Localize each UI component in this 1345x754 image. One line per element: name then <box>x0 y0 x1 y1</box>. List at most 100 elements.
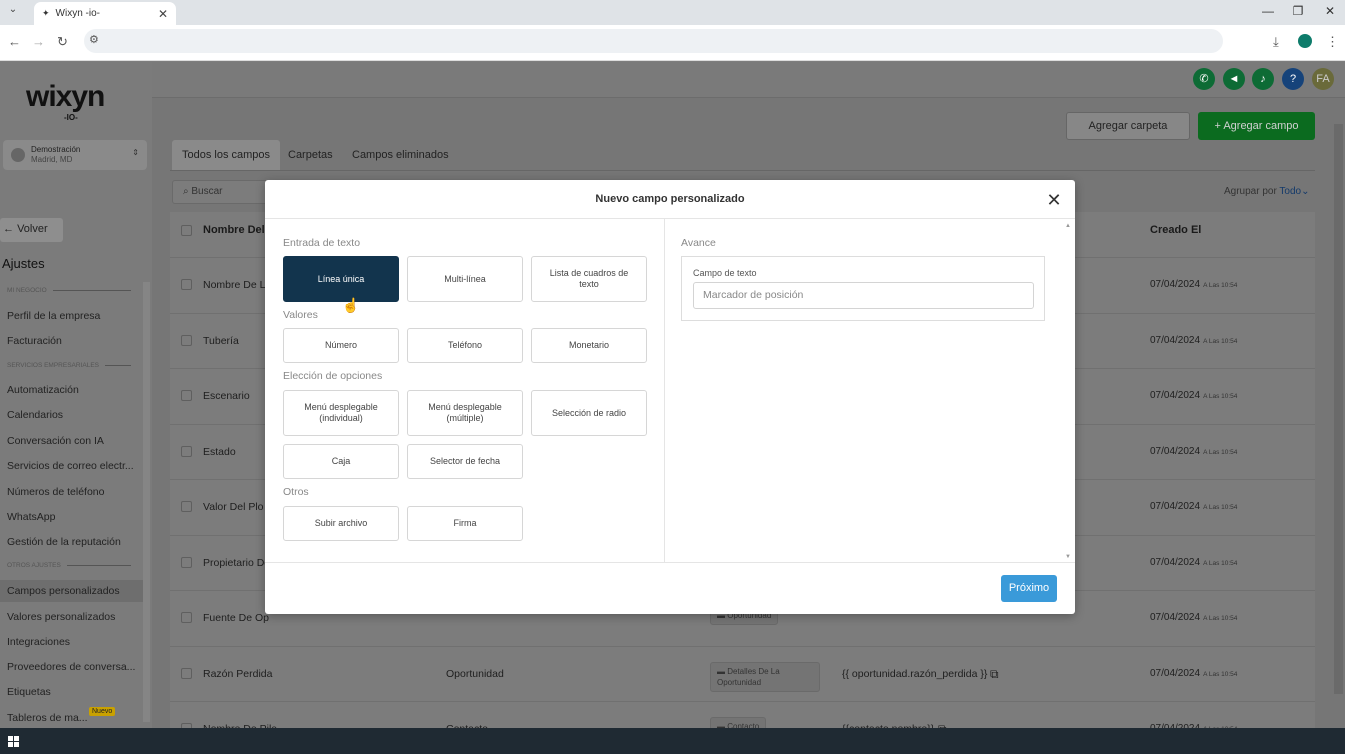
date-value: 07/04/2024 <box>1150 334 1201 346</box>
row-checkbox[interactable] <box>181 279 192 290</box>
select-all-checkbox[interactable] <box>181 225 192 236</box>
option-radio[interactable]: Selección de radio <box>531 390 647 436</box>
date-value: 07/04/2024 <box>1150 279 1201 290</box>
time-value: A Las 10:54 <box>1203 337 1238 345</box>
created-date: 07/04/2024A Las 10:54 <box>1150 501 1237 512</box>
windows-start-icon[interactable] <box>8 736 19 747</box>
browser-menu-icon[interactable]: ⋮ <box>1326 34 1339 50</box>
option-textbox-list[interactable]: Lista de cuadros de texto <box>531 256 647 302</box>
row-checkbox[interactable] <box>181 501 192 512</box>
profile-icon[interactable] <box>1298 34 1312 48</box>
row-checkbox[interactable] <box>181 667 192 679</box>
sidebar-item-calendarios[interactable]: Calendarios <box>7 409 63 421</box>
sidebar-scrollbar[interactable] <box>143 282 150 722</box>
tab-all-fields[interactable]: Todos los campos <box>172 140 281 170</box>
sidebar-item-facturacion[interactable]: Facturación <box>7 335 62 347</box>
sidebar-item-tableros[interactable]: Tableros de ma... <box>7 712 88 724</box>
add-folder-button[interactable]: Agregar carpeta <box>1066 112 1190 140</box>
field-name: Nombre De L <box>203 279 266 291</box>
forward-arrow-icon[interactable]: → <box>32 34 45 49</box>
sidebar-item-telefono[interactable]: Números de teléfono <box>7 486 104 498</box>
row-checkbox[interactable] <box>181 556 192 568</box>
folder-icon: ▬ <box>717 666 728 676</box>
site-settings-icon[interactable]: ⚙ <box>89 33 99 46</box>
option-number[interactable]: Número <box>283 328 399 363</box>
sidebar-item-integraciones[interactable]: Integraciones <box>7 636 70 648</box>
browser-tab[interactable]: ✦ Wixyn -io- ✕ <box>34 2 176 25</box>
row-checkbox[interactable] <box>181 334 192 346</box>
tab-list-chevron-icon[interactable]: ⌄ <box>4 4 22 20</box>
megaphone-icon[interactable]: ◄ <box>1223 68 1245 90</box>
sidebar-item-etiquetas[interactable]: Etiquetas <box>7 686 51 698</box>
time-value: A Las 10:54 <box>1203 559 1238 567</box>
tab-deleted-fields[interactable]: Campos eliminados <box>342 140 459 170</box>
minimize-button[interactable]: — <box>1258 4 1278 20</box>
download-icon[interactable]: ⤓ <box>1273 34 1279 50</box>
next-button[interactable]: Próximo <box>1001 575 1057 602</box>
search-input[interactable]: ⌕ Buscar <box>172 180 272 204</box>
modal-scrollbar[interactable]: ▲ ▼ <box>1065 219 1071 562</box>
tab-folders[interactable]: Carpetas <box>278 140 343 170</box>
group-label-text-entry: Entrada de texto <box>283 237 361 249</box>
section-label: OTROS AJUSTES <box>7 562 131 569</box>
scroll-down-icon[interactable]: ▼ <box>1065 554 1071 560</box>
sidebar-item-campos-personalizados[interactable]: Campos personalizados <box>0 580 144 602</box>
close-window-button[interactable]: ✕ <box>1320 4 1340 20</box>
row-checkbox[interactable] <box>181 390 192 401</box>
sidebar-item-conversacion-ia[interactable]: Conversación con IA <box>7 435 104 447</box>
group-by[interactable]: Agrupar por Todo⌄ <box>1224 186 1310 197</box>
time-value: A Las 10:54 <box>1203 670 1238 678</box>
option-multi-line[interactable]: Multi-línea <box>407 256 523 302</box>
close-icon[interactable]: ✕ <box>1044 190 1064 210</box>
option-checkbox[interactable]: Caja <box>283 444 399 479</box>
phone-icon[interactable]: ✆ <box>1193 68 1215 90</box>
help-icon[interactable]: ? <box>1282 68 1304 90</box>
row-checkbox[interactable] <box>181 612 192 623</box>
group-label-others: Otros <box>283 486 309 498</box>
reload-icon[interactable]: ↻ <box>57 34 68 50</box>
back-button[interactable]: ← Volver <box>0 218 63 242</box>
sidebar-item-correo[interactable]: Servicios de correo electr... <box>7 460 134 472</box>
sidebar-item-automatizacion[interactable]: Automatización <box>7 384 79 396</box>
scroll-up-icon[interactable]: ▲ <box>1065 223 1071 229</box>
page-scrollbar[interactable] <box>1334 124 1343 694</box>
created-date: 07/04/2024A Las 10:54 <box>1150 446 1237 457</box>
option-phone[interactable]: Teléfono <box>407 328 523 363</box>
tab-close-icon[interactable]: ✕ <box>158 7 168 21</box>
option-file-upload[interactable]: Subir archivo <box>283 506 399 541</box>
restore-button[interactable]: ❐ <box>1288 4 1308 20</box>
field-name: Fuente De Op <box>203 612 269 624</box>
date-value: 07/04/2024 <box>1150 667 1201 679</box>
sidebar-item-proveedores[interactable]: Proveedores de conversa... <box>7 661 135 673</box>
option-date-picker[interactable]: Selector de fecha <box>407 444 523 479</box>
user-avatar[interactable]: FA <box>1312 68 1334 90</box>
sidebar-item-valores[interactable]: Valores personalizados <box>7 611 115 623</box>
folder-name: Detalles De La Oportunidad <box>717 666 780 687</box>
option-monetary[interactable]: Monetario <box>531 328 647 363</box>
field-name: Tubería <box>203 334 239 347</box>
option-single-line[interactable]: Línea única <box>283 256 399 302</box>
back-arrow-icon[interactable]: ← <box>8 34 21 49</box>
tab-divider <box>170 170 1315 171</box>
sidebar-item-perfil[interactable]: Perfil de la empresa <box>7 310 100 322</box>
account-switcher[interactable]: Demostración Madrid, MD ⇕ <box>3 140 147 170</box>
created-date: 07/04/2024A Las 10:54 <box>1150 668 1237 679</box>
table-row[interactable]: Razón Perdida Oportunidad ▬ Detalles De La… <box>170 645 1315 701</box>
column-header-name: Nombre Del <box>203 224 265 236</box>
preview-text-input[interactable]: Marcador de posición <box>693 282 1034 309</box>
field-key: {{ oportunidad.razón_perdida }} <box>842 667 988 680</box>
bell-icon[interactable]: ♪ <box>1252 68 1274 90</box>
row-checkbox[interactable] <box>181 445 192 457</box>
option-dropdown-multiple[interactable]: Menú desplegable (múltiple) <box>407 390 523 436</box>
add-field-button[interactable]: + Agregar campo <box>1198 112 1315 140</box>
table-row[interactable]: Nombre De PilaContacto▬ Contacto{{contac… <box>170 701 1315 728</box>
sidebar-item-whatsapp[interactable]: WhatsApp <box>7 511 55 523</box>
copy-icon[interactable]: ⧉ <box>990 667 999 682</box>
created-date: 07/04/2024A Las 10:54 <box>1150 557 1237 568</box>
sidebar-item-reputacion[interactable]: Gestión de la reputación <box>7 536 121 548</box>
option-signature[interactable]: Firma <box>407 506 523 541</box>
browser-tab-bar: ⌄ ✦ Wixyn -io- ✕ — ❐ ✕ <box>0 0 1345 25</box>
address-bar[interactable]: ⚙ <box>84 29 1223 53</box>
option-dropdown-single[interactable]: Menú desplegable (individual) <box>283 390 399 436</box>
settings-title: Ajustes <box>2 256 45 271</box>
